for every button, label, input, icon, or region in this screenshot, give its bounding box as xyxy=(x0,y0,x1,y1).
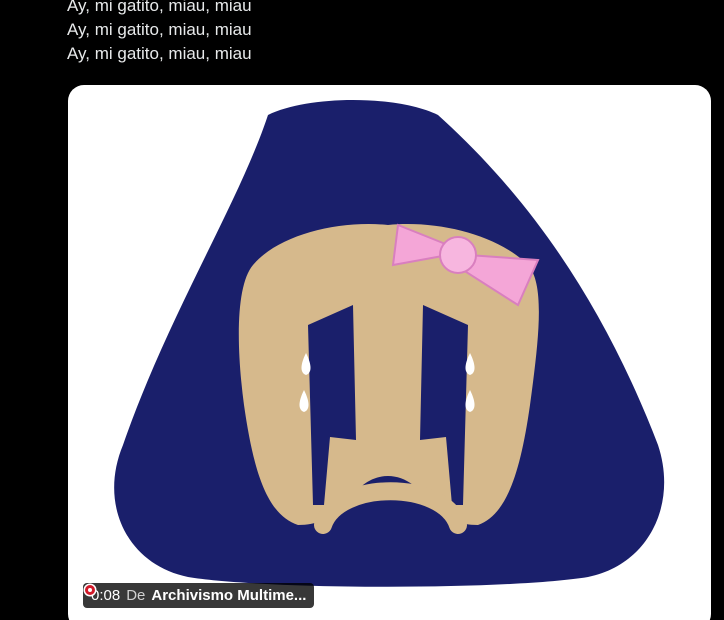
tweet-line: Ay, mi gatito, miau, miau xyxy=(67,20,252,39)
tweet-line: Ay, mi gatito, miau, miau xyxy=(67,0,252,15)
archivismo-avatar-icon xyxy=(83,583,97,597)
sad-pumas-logo-icon xyxy=(114,100,665,587)
tweet-media-video[interactable]: 0:08 De Archivismo Multime... xyxy=(68,85,711,620)
from-label: De xyxy=(126,587,146,604)
tweet-page: Ay, mi gatito, miau, miau Ay, mi gatito,… xyxy=(0,0,724,620)
tweet-line: Ay, mi gatito, miau, miau xyxy=(67,44,252,63)
video-source-overlay[interactable]: 0:08 De Archivismo Multime... xyxy=(83,583,315,608)
video-source-name[interactable]: Archivismo Multime... xyxy=(151,587,306,604)
tweet-text: Ay, mi gatito, miau, miau Ay, mi gatito,… xyxy=(67,0,252,66)
